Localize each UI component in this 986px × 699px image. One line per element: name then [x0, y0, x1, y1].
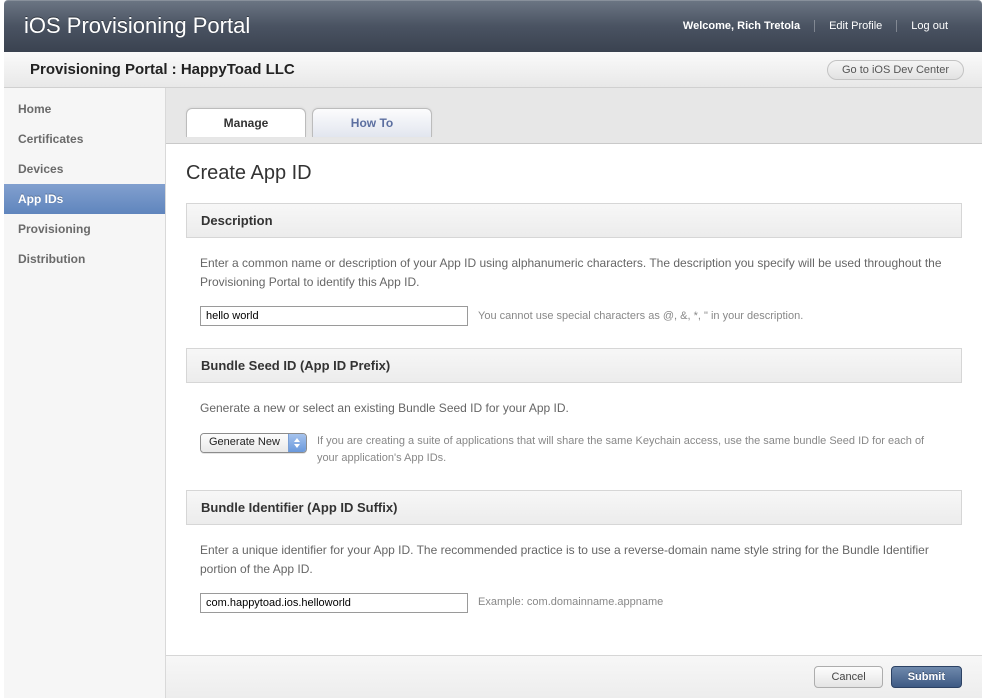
- description-hint: You cannot use special characters as @, …: [478, 308, 803, 326]
- breadcrumb-title: Provisioning Portal : HappyToad LLC: [30, 61, 295, 78]
- sidebar-item-provisioning[interactable]: Provisioning: [4, 214, 165, 244]
- logout-link[interactable]: Log out: [896, 20, 962, 32]
- cancel-button[interactable]: Cancel: [814, 666, 882, 688]
- section-description-heading: Description: [186, 203, 962, 238]
- sidebar-item-home[interactable]: Home: [4, 94, 165, 124]
- seed-select[interactable]: Generate New: [200, 433, 307, 453]
- dev-center-link[interactable]: Go to iOS Dev Center: [827, 60, 964, 80]
- description-input[interactable]: [200, 306, 468, 326]
- identifier-hint: Example: com.domainname.appname: [478, 594, 663, 612]
- top-header: iOS Provisioning Portal Welcome, Rich Tr…: [4, 0, 982, 52]
- submit-button[interactable]: Submit: [891, 666, 962, 688]
- top-links: Welcome, Rich Tretola Edit Profile Log o…: [669, 20, 962, 32]
- sidebar-item-distribution[interactable]: Distribution: [4, 244, 165, 274]
- identifier-text: Enter a unique identifier for your App I…: [200, 541, 948, 579]
- sub-header: Provisioning Portal : HappyToad LLC Go t…: [4, 52, 982, 88]
- identifier-input[interactable]: [200, 593, 468, 613]
- tab-bar: Manage How To: [166, 88, 982, 144]
- sidebar-item-app-ids[interactable]: App IDs: [4, 184, 165, 214]
- seed-text: Generate a new or select an existing Bun…: [200, 399, 948, 418]
- portal-title: iOS Provisioning Portal: [24, 13, 250, 39]
- sidebar: Home Certificates Devices App IDs Provis…: [4, 88, 166, 698]
- content: Manage How To Create App ID Description …: [166, 88, 982, 698]
- welcome-text: Welcome, Rich Tretola: [669, 20, 814, 32]
- sidebar-item-devices[interactable]: Devices: [4, 154, 165, 184]
- edit-profile-link[interactable]: Edit Profile: [814, 20, 896, 32]
- section-seed-heading: Bundle Seed ID (App ID Prefix): [186, 348, 962, 383]
- description-text: Enter a common name or description of yo…: [200, 254, 948, 292]
- seed-hint: If you are creating a suite of applicati…: [317, 433, 948, 468]
- footer-bar: Cancel Submit: [166, 655, 982, 698]
- page-title: Create App ID: [186, 162, 962, 185]
- seed-select-value: Generate New: [201, 434, 288, 452]
- select-arrows-icon: [288, 434, 306, 452]
- tab-howto[interactable]: How To: [312, 108, 432, 137]
- sidebar-item-certificates[interactable]: Certificates: [4, 124, 165, 154]
- tab-manage[interactable]: Manage: [186, 108, 306, 137]
- section-identifier-heading: Bundle Identifier (App ID Suffix): [186, 490, 962, 525]
